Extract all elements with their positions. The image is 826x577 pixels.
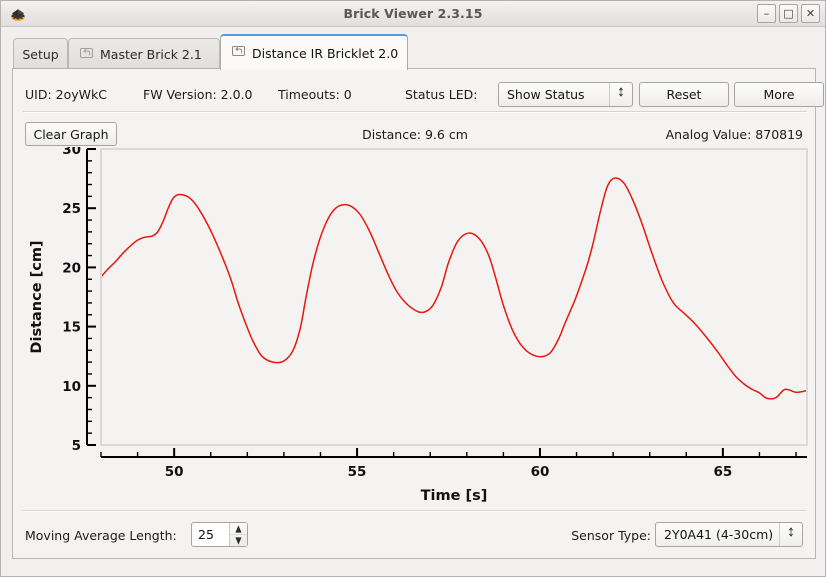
more-button[interactable]: More — [734, 82, 824, 107]
moving-average-length-label: Moving Average Length: — [25, 528, 177, 543]
moving-average-length-stepper[interactable]: 25 ▲ ▼ — [191, 522, 248, 547]
chevron-updown-icon: ↕ — [779, 523, 802, 546]
close-icon: ✕ — [802, 4, 819, 23]
separator-bottom — [23, 510, 807, 512]
undo-arrow-icon — [232, 45, 245, 61]
status-led-label: Status LED: — [405, 87, 478, 102]
chevron-up-icon: ▲ — [235, 524, 241, 534]
close-button[interactable]: ✕ — [801, 4, 820, 23]
plot-area — [101, 149, 807, 445]
tab-master-brick[interactable]: Master Brick 2.1 — [68, 38, 220, 70]
reset-button-label: Reset — [667, 87, 702, 102]
sensor-type-label: Sensor Type: — [571, 528, 651, 543]
sensor-type-value: 2Y0A41 (4-30cm) — [664, 527, 773, 542]
y-axis-tick-label: 20 — [62, 260, 81, 276]
tab-distance-ir-bricklet[interactable]: Distance IR Bricklet 2.0 — [220, 34, 408, 70]
chevron-down-icon: ▼ — [235, 536, 241, 546]
y-axis-tick-label: 30 — [62, 147, 81, 158]
sensor-type-select[interactable]: 2Y0A41 (4-30cm) ↕ — [655, 522, 803, 547]
x-axis-tick-label: 60 — [531, 464, 550, 480]
reset-button[interactable]: Reset — [639, 82, 729, 107]
tab-distance-ir-bricklet-label: Distance IR Bricklet 2.0 — [252, 46, 398, 61]
y-axis-tick-label: 5 — [72, 438, 81, 454]
minimize-button[interactable]: – — [757, 4, 776, 23]
distance-plot: 5 10 15 20 25 30 Distance [cm] 50 55 60 65 Time [s] — [21, 147, 809, 505]
more-button-label: More — [764, 87, 795, 102]
tab-content-panel: UID: 2oyWkC FW Version: 2.0.0 Timeouts: … — [12, 69, 816, 559]
y-axis-tick-label: 10 — [62, 379, 81, 395]
y-axis-tick-label: 15 — [62, 320, 81, 336]
stepper-buttons[interactable]: ▲ ▼ — [229, 523, 247, 546]
window-controls: – □ ✕ — [757, 4, 820, 23]
distance-plot-svg: 5 10 15 20 25 30 Distance [cm] 50 55 60 65 Time [s] — [21, 147, 809, 505]
status-led-select[interactable]: Show Status ↕ — [498, 82, 633, 107]
x-axis-tick-label: 50 — [165, 464, 184, 480]
y-axis-title: Distance [cm] — [29, 240, 45, 353]
maximize-button[interactable]: □ — [779, 4, 798, 23]
tab-setup-label: Setup — [22, 47, 58, 62]
maximize-icon: □ — [780, 4, 797, 23]
tab-master-brick-label: Master Brick 2.1 — [100, 47, 202, 62]
stepper-down-button[interactable]: ▼ — [230, 535, 247, 546]
status-led-value: Show Status — [507, 87, 585, 102]
uid-label: UID: 2oyWkC — [25, 87, 107, 102]
moving-average-length-value: 25 — [198, 527, 214, 542]
firmware-version-label: FW Version: 2.0.0 — [143, 87, 252, 102]
x-axis-tick-label: 65 — [713, 464, 732, 480]
tab-setup[interactable]: Setup — [13, 38, 68, 70]
application-window: Brick Viewer 2.3.15 – □ ✕ Setup — [0, 0, 826, 577]
timeouts-label: Timeouts: 0 — [278, 87, 352, 102]
x-axis-title: Time [s] — [421, 488, 488, 504]
device-info-row: UID: 2oyWkC FW Version: 2.0.0 Timeouts: … — [13, 82, 817, 110]
separator-top — [23, 111, 807, 113]
y-axis-tick-label: 25 — [62, 201, 81, 217]
x-axis-tick-label: 55 — [348, 464, 367, 480]
title-bar: Brick Viewer 2.3.15 – □ ✕ — [1, 1, 825, 27]
analog-value-readout: Analog Value: 870819 — [666, 127, 803, 142]
chevron-updown-icon: ↕ — [609, 83, 632, 106]
window-title: Brick Viewer 2.3.15 — [1, 6, 825, 21]
minimize-icon: – — [758, 4, 775, 23]
tab-bar: Setup Master Brick 2.1 Distance IR Brick… — [1, 27, 825, 70]
stepper-up-button[interactable]: ▲ — [230, 523, 247, 535]
undo-arrow-icon — [80, 47, 93, 63]
